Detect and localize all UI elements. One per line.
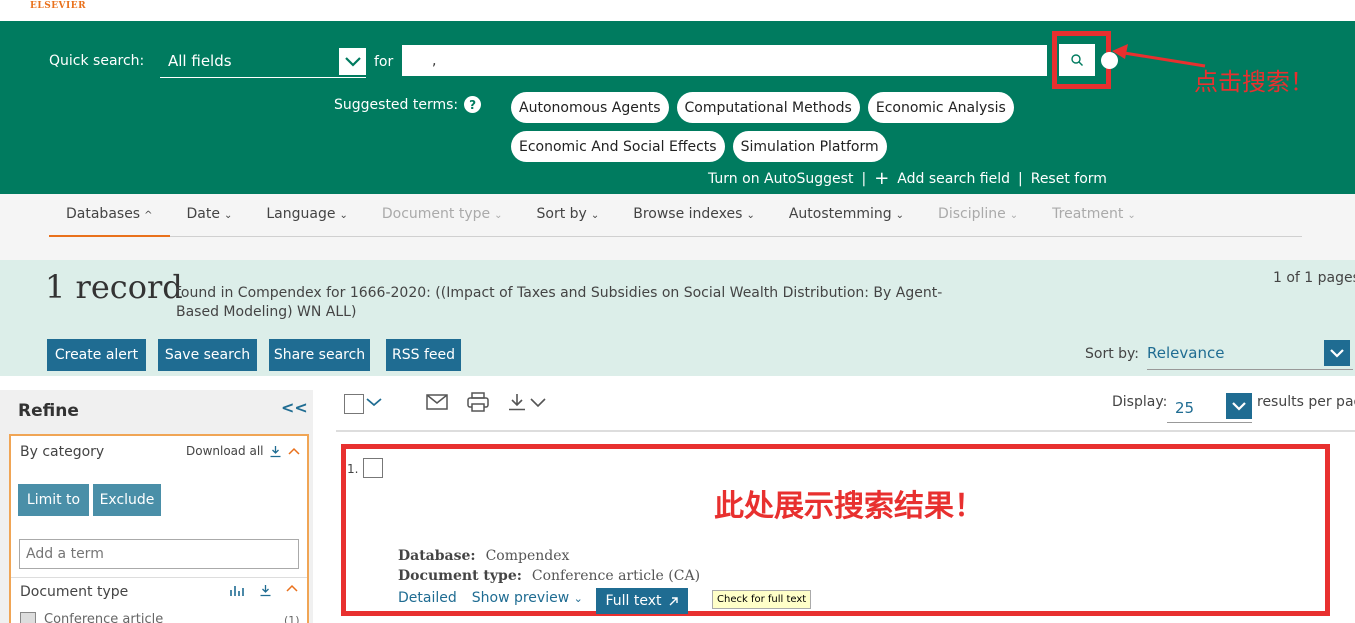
filter-tab-autostemming[interactable]: Autostemming ⌄ <box>772 194 921 237</box>
quick-search-label: Quick search: <box>49 53 145 69</box>
select-all-checkbox[interactable] <box>344 394 364 414</box>
page-count: 1 of 1 pages <box>1273 270 1355 286</box>
chevron-up-icon: ^ <box>144 210 153 221</box>
chevron-up-icon <box>288 447 301 455</box>
download-icon[interactable] <box>508 393 546 411</box>
filter-tab-date[interactable]: Date ⌄ <box>170 194 250 237</box>
result-number: 1. <box>347 462 359 476</box>
display-label: Display: <box>1112 394 1168 410</box>
plus-icon[interactable]: + <box>874 170 889 188</box>
result-document-type: Document type: Conference article (CA) <box>398 568 701 584</box>
suggested-terms-list: Autonomous Agents Computational Methods … <box>511 92 1211 162</box>
chevron-down-icon[interactable] <box>339 48 366 75</box>
show-preview-link[interactable]: Show preview ⌄ <box>472 590 583 606</box>
exclude-button[interactable]: Exclude <box>93 484 161 516</box>
rss-feed-button[interactable]: RSS feed <box>386 339 461 371</box>
chevron-down-icon[interactable] <box>1226 393 1252 419</box>
chevron-down-icon[interactable] <box>366 397 382 407</box>
by-category-label: By category <box>20 444 105 460</box>
download-icon <box>270 445 281 457</box>
chevron-up-icon[interactable] <box>286 584 298 593</box>
conference-article-count: (1) <box>284 614 300 623</box>
filter-tab-document-type: Document type ⌄ <box>381 206 503 222</box>
add-term-input[interactable] <box>19 539 299 569</box>
limit-to-button[interactable]: Limit to <box>18 484 89 516</box>
filter-tab-language[interactable]: Language ⌄ <box>249 194 364 237</box>
filter-tabs: Databases ^ Date ⌄ Language ⌄ Document type… <box>49 194 1302 237</box>
search-field-select[interactable]: All fields <box>160 46 366 78</box>
bar-chart-icon[interactable] <box>229 584 245 597</box>
link-separator: | <box>1018 171 1023 187</box>
email-icon[interactable] <box>426 394 448 410</box>
link-separator: | <box>861 171 867 187</box>
chevron-down-icon: ⌄ <box>1009 210 1019 221</box>
document-type-label: Document type <box>20 584 129 600</box>
result-checkbox[interactable] <box>363 458 383 478</box>
share-search-button[interactable]: Share search <box>269 339 370 371</box>
autosuggest-link[interactable]: Turn on AutoSuggest <box>708 171 853 187</box>
suggested-term-chip[interactable]: Computational Methods <box>676 92 860 123</box>
help-icon[interactable]: ? <box>464 96 482 113</box>
suggested-terms-text: Suggested terms: <box>334 96 459 113</box>
download-icon[interactable] <box>259 584 272 597</box>
record-description: found in Compendex for 1666-2020: ((Impa… <box>176 285 943 320</box>
chevron-down-icon: ⌄ <box>1127 210 1136 221</box>
result-annotation: 此处展示搜索结果！ <box>714 489 984 524</box>
detailed-link[interactable]: Detailed <box>398 590 457 606</box>
reset-form-link[interactable]: Reset form <box>1031 171 1107 187</box>
search-input[interactable] <box>402 45 1047 76</box>
search-field-value: All fields <box>168 52 232 70</box>
document-type-tools <box>229 584 298 597</box>
search-annotation: 点击搜索！ <box>1194 68 1314 96</box>
print-icon[interactable] <box>466 392 490 412</box>
filter-tab-treatment: Treatment ⌄ <box>1052 206 1136 222</box>
chevron-down-icon: ⌄ <box>746 210 755 221</box>
results-per-page-label: results per page <box>1257 394 1355 410</box>
add-search-field-link[interactable]: Add search field <box>897 171 1010 187</box>
create-alert-button[interactable]: Create alert <box>47 339 146 371</box>
filter-tab-sort-by[interactable]: Sort by ⌄ <box>520 194 617 237</box>
results-per-page-value: 25 <box>1175 399 1195 417</box>
sort-by-value: Relevance <box>1147 344 1225 362</box>
sort-by-select[interactable]: Relevance <box>1147 338 1353 370</box>
elsevier-logo: ELSEVIER <box>30 1 87 11</box>
chevron-down-icon: ⌄ <box>223 210 233 221</box>
save-search-button[interactable]: Save search <box>158 339 257 371</box>
chevron-down-icon: ⌄ <box>590 210 600 221</box>
chevron-down-icon: ⌄ <box>494 210 503 221</box>
filter-tab-databases[interactable]: Databases ^ <box>49 194 170 237</box>
filter-tab-browse-indexes[interactable]: Browse indexes ⌄ <box>616 194 772 237</box>
filter-tab-discipline: Discipline ⌄ <box>938 206 1019 222</box>
divider <box>336 430 1355 432</box>
external-link-icon <box>669 596 678 605</box>
results-toolbar <box>366 392 546 412</box>
chevron-down-icon: ⌄ <box>339 210 348 221</box>
chevron-down-icon: ⌄ <box>895 210 905 221</box>
collapse-refine-button[interactable]: << <box>281 398 308 417</box>
suggested-term-chip[interactable]: Economic And Social Effects <box>511 131 725 162</box>
results-per-page-select[interactable]: 25 <box>1167 392 1252 423</box>
suggested-term-chip[interactable]: Simulation Platform <box>732 131 887 162</box>
search-form-links: Turn on AutoSuggest | + Add search field… <box>708 170 1107 188</box>
refine-title: Refine <box>18 401 79 421</box>
conference-article-filter[interactable]: Conference article <box>20 612 163 623</box>
download-all-link[interactable]: Download all <box>186 444 301 458</box>
suggested-terms-label: Suggested terms: ? <box>334 96 482 113</box>
suggested-term-chip[interactable]: Economic Analysis <box>867 92 1014 123</box>
for-label: for <box>374 54 394 70</box>
check-full-text-button[interactable]: Check for full text <box>712 590 812 609</box>
result-links: Detailed Show preview ⌄ <box>398 590 583 606</box>
chevron-down-icon[interactable] <box>1324 340 1350 366</box>
chevron-down-icon: ⌄ <box>573 592 583 605</box>
checkbox[interactable] <box>20 612 36 623</box>
record-count: 1 record <box>45 268 183 306</box>
sort-by-label: Sort by: <box>1085 346 1140 362</box>
result-database: Database: Compendex <box>398 548 570 564</box>
full-text-button[interactable]: Full text <box>596 588 688 614</box>
divider <box>11 577 307 578</box>
suggested-term-chip[interactable]: Autonomous Agents <box>511 92 669 123</box>
